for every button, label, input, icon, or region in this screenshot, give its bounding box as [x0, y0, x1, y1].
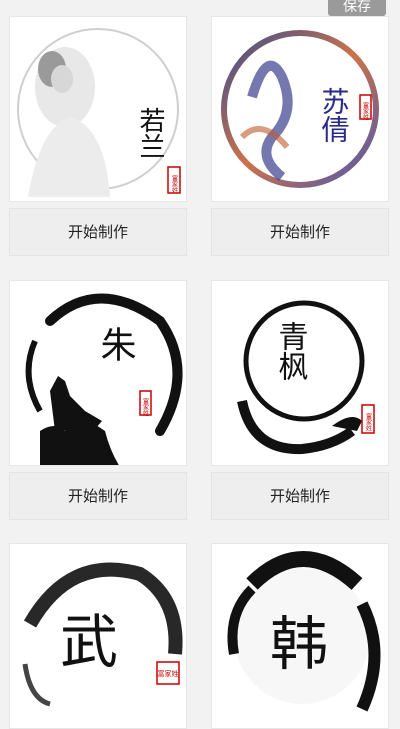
template-preview-image[interactable]: 若兰 富家姓 — [9, 16, 187, 202]
template-preview-image[interactable]: 苏倩 富家姓 — [211, 16, 389, 202]
seal-stamp: 富家姓 — [158, 669, 179, 678]
avatar-template-card[interactable]: 青枫 富家姓 开始制作 — [211, 280, 389, 520]
template-preview-image[interactable]: 韩 — [211, 543, 389, 729]
seal-stamp: 富家姓 — [362, 101, 369, 121]
name-calligraphy: 苏倩 — [318, 87, 351, 143]
avatar-template-card[interactable]: 韩 — [211, 543, 389, 729]
template-preview-image[interactable]: 武 富家姓 — [9, 543, 187, 729]
seal-stamp: 富家姓 — [365, 412, 372, 432]
start-making-button[interactable]: 开始制作 — [211, 472, 389, 520]
name-calligraphy: 韩 — [270, 610, 328, 678]
template-preview-image[interactable]: 朱 富家姓 — [9, 280, 187, 466]
name-calligraphy: 朱 — [95, 326, 136, 362]
start-making-button[interactable]: 开始制作 — [9, 472, 187, 520]
avatar-template-card[interactable]: 武 富家姓 — [9, 543, 187, 729]
avatar-template-card[interactable]: 苏倩 富家姓 开始制作 — [211, 16, 389, 256]
name-calligraphy: 青枫 — [273, 321, 309, 381]
name-calligraphy: 若兰 — [135, 107, 165, 159]
seal-stamp: 富家姓 — [142, 397, 149, 417]
start-making-button[interactable]: 开始制作 — [9, 208, 187, 256]
name-calligraphy: 武 — [60, 608, 118, 676]
avatar-template-card[interactable]: 朱 富家姓 开始制作 — [9, 280, 187, 520]
seal-stamp: 富家姓 — [171, 174, 178, 194]
save-button[interactable]: 保存 — [328, 0, 386, 16]
avatar-template-card[interactable]: 若兰 富家姓 开始制作 — [9, 16, 187, 256]
template-preview-image[interactable]: 青枫 富家姓 — [211, 280, 389, 466]
start-making-button[interactable]: 开始制作 — [211, 208, 389, 256]
